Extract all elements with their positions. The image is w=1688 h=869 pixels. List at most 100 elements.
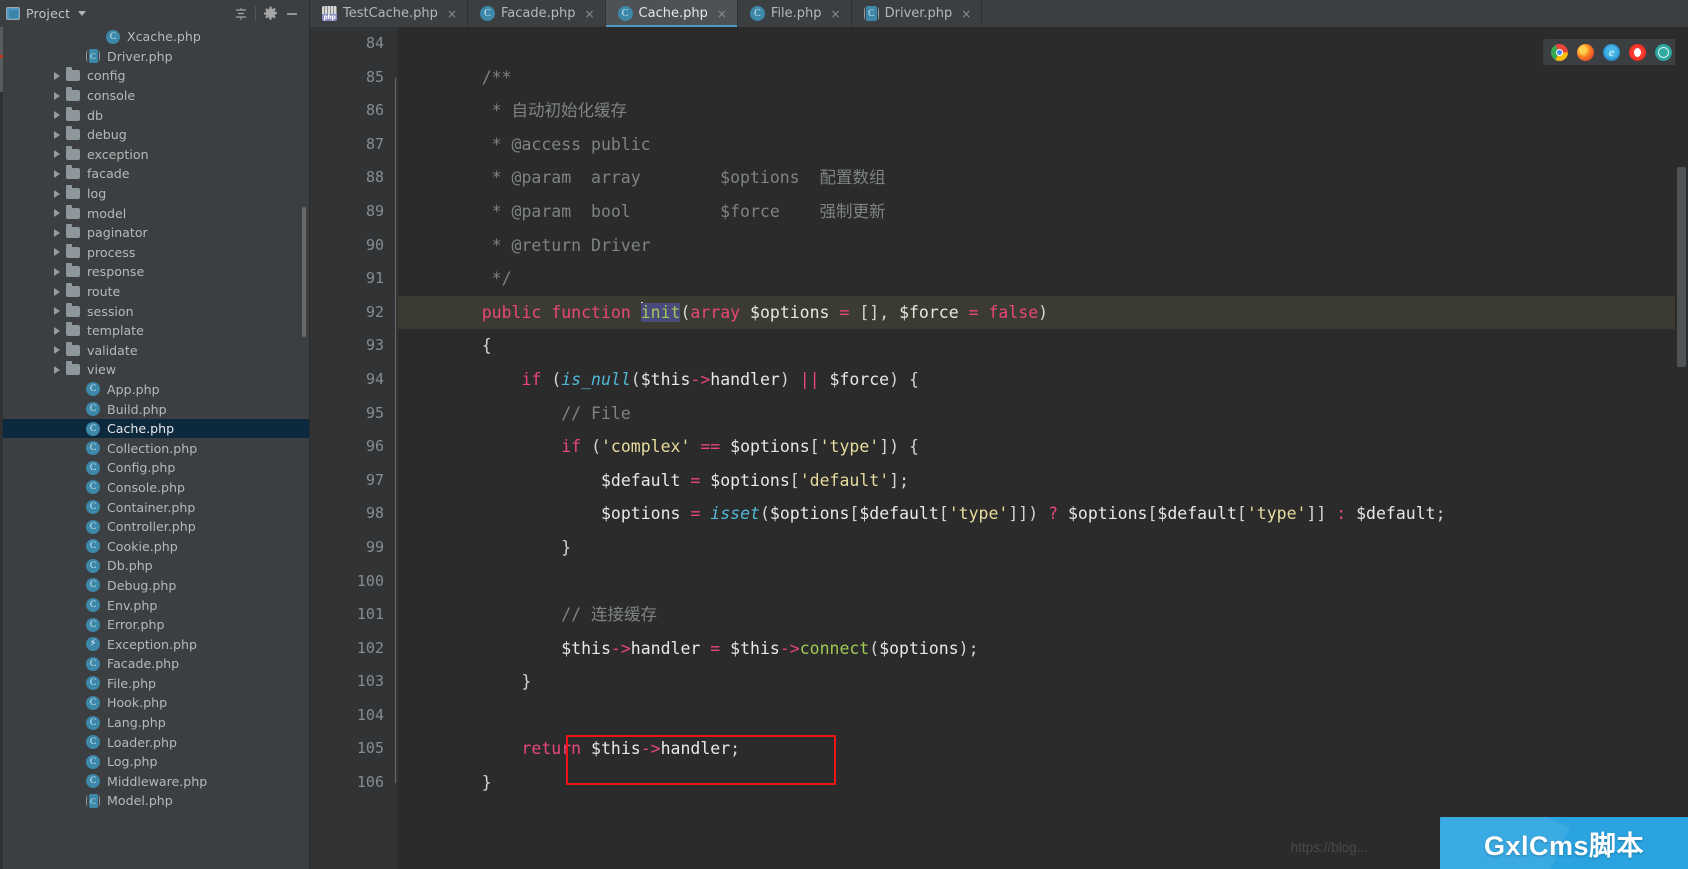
tree-folder-row[interactable]: template xyxy=(0,321,309,341)
code-line[interactable]: * @return Driver xyxy=(398,229,1688,263)
line-number[interactable]: 84 xyxy=(310,27,398,61)
code-line[interactable]: * 自动初始化缓存 xyxy=(398,94,1688,128)
code-line[interactable]: } xyxy=(398,665,1688,699)
chevron-right-icon[interactable] xyxy=(54,228,60,237)
line-number[interactable]: 106 xyxy=(310,766,417,800)
chevron-right-icon[interactable] xyxy=(54,91,60,100)
code-line[interactable]: /** xyxy=(398,61,1688,95)
editor-tab-cache-php[interactable]: C Cache.php × xyxy=(605,0,738,27)
chevron-right-icon[interactable] xyxy=(54,346,60,355)
editor-tab-driver-php[interactable]: C Driver.php × xyxy=(852,0,983,27)
line-number[interactable]: 97 xyxy=(310,464,398,498)
hide-panel-button[interactable] xyxy=(281,3,303,25)
tree-folder-row[interactable]: log xyxy=(0,184,309,204)
line-number[interactable]: 95 xyxy=(310,397,398,431)
tree-file-row[interactable]: C Env.php xyxy=(0,595,309,615)
tree-file-row[interactable]: C Console.php xyxy=(0,478,309,498)
chrome-icon[interactable] xyxy=(1551,43,1568,61)
code-surface[interactable]: /** * 自动初始化缓存 * @access public * @param … xyxy=(398,27,1688,869)
opera-icon[interactable] xyxy=(1629,43,1646,61)
code-line[interactable]: $this->handler = $this->connect($options… xyxy=(398,632,1688,666)
line-number[interactable]: 99 xyxy=(310,531,417,565)
sidebar-scrollbar[interactable] xyxy=(302,207,306,337)
line-number[interactable]: 92− xyxy=(310,296,418,330)
tree-file-row[interactable]: C Log.php xyxy=(0,752,309,772)
code-line[interactable] xyxy=(398,699,1688,733)
editor-tab-facade-php[interactable]: C Facade.php × xyxy=(468,0,606,27)
code-line[interactable]: if ('complex' == $options['type']) { xyxy=(398,430,1688,464)
chevron-right-icon[interactable] xyxy=(54,111,60,120)
tree-file-row[interactable]: C Controller.php xyxy=(0,517,309,537)
chevron-right-icon[interactable] xyxy=(54,267,60,276)
tree-file-row[interactable]: C Container.php xyxy=(0,497,309,517)
line-number[interactable]: 104 xyxy=(310,699,398,733)
code-line[interactable]: public function init(array $options = []… xyxy=(398,295,1688,330)
code-line[interactable]: } xyxy=(398,766,1688,800)
close-icon[interactable]: × xyxy=(961,7,971,21)
code-line[interactable]: * @param bool $force 强制更新 xyxy=(398,195,1688,229)
line-number[interactable]: 93 xyxy=(310,329,398,363)
chevron-right-icon[interactable] xyxy=(54,150,60,159)
close-icon[interactable]: × xyxy=(831,7,841,21)
settings-button[interactable] xyxy=(259,3,281,25)
tree-folder-row[interactable]: validate xyxy=(0,341,309,361)
tree-folder-row[interactable]: debug xyxy=(0,125,309,145)
line-number[interactable]: 94− xyxy=(310,363,418,397)
chevron-right-icon[interactable] xyxy=(54,169,60,178)
editor-tab-file-php[interactable]: C File.php × xyxy=(738,0,852,27)
code-line[interactable]: */ xyxy=(398,262,1688,296)
tree-folder-row[interactable]: facade xyxy=(0,164,309,184)
tree-file-row[interactable]: C Driver.php xyxy=(0,47,309,67)
code-line[interactable]: // File xyxy=(398,397,1688,431)
tree-file-row[interactable]: C Config.php xyxy=(0,458,309,478)
tree-file-row[interactable]: C Debug.php xyxy=(0,576,309,596)
line-number[interactable]: 102 xyxy=(310,632,398,666)
line-number[interactable]: 91 xyxy=(310,262,417,296)
project-file-tree[interactable]: C Xcache.php C Driver.php config console db deb… xyxy=(0,27,309,811)
chevron-right-icon[interactable] xyxy=(54,209,60,218)
editor-tab-testcache-php[interactable]: php TestCache.php × xyxy=(310,0,468,27)
line-number[interactable]: 86 xyxy=(310,94,398,128)
browser-launch-strip[interactable] xyxy=(1543,39,1680,65)
tree-folder-row[interactable]: db xyxy=(0,105,309,125)
line-number[interactable]: 103 xyxy=(310,665,417,699)
tree-folder-row[interactable]: exception xyxy=(0,145,309,165)
tree-folder-row[interactable]: config xyxy=(0,66,309,86)
code-line[interactable]: // 连接缓存 xyxy=(398,598,1688,632)
line-number[interactable]: 96− xyxy=(310,430,418,464)
tree-file-row[interactable]: C Xcache.php xyxy=(0,27,309,47)
line-number[interactable]: 101 xyxy=(310,598,398,632)
tree-file-row[interactable]: C Db.php xyxy=(0,556,309,576)
chevron-right-icon[interactable] xyxy=(54,307,60,316)
line-number[interactable]: 89 xyxy=(310,195,398,229)
tree-file-row[interactable]: C Loader.php xyxy=(0,732,309,752)
editor-scrollbar[interactable] xyxy=(1675,27,1688,869)
line-number[interactable]: 87 xyxy=(310,128,398,162)
close-icon[interactable]: × xyxy=(717,7,727,21)
code-line[interactable]: return $this->handler; xyxy=(398,732,1688,766)
close-icon[interactable]: × xyxy=(584,7,594,21)
tree-folder-row[interactable]: paginator xyxy=(0,223,309,243)
safari-icon[interactable] xyxy=(1655,43,1672,61)
tree-file-row[interactable]: ⚡ Exception.php xyxy=(0,634,309,654)
tree-file-row[interactable]: C Hook.php xyxy=(0,693,309,713)
tree-file-row[interactable]: C Cookie.php xyxy=(0,536,309,556)
project-tree-panel[interactable]: C Xcache.php C Driver.php config console db deb… xyxy=(0,27,310,869)
line-number[interactable]: 100 xyxy=(310,565,398,599)
chevron-right-icon[interactable] xyxy=(54,287,60,296)
tree-file-row[interactable]: C Middleware.php xyxy=(0,772,309,792)
code-line[interactable]: * @access public xyxy=(398,128,1688,162)
code-editor[interactable]: 84 85− 86 87 88 89 90 91 92− 93 94− 95 96− 97 98 99 100 1… xyxy=(310,27,1688,869)
tree-folder-row[interactable]: route xyxy=(0,282,309,302)
code-line[interactable]: { xyxy=(398,329,1688,363)
code-line[interactable]: } xyxy=(398,531,1688,565)
firefox-icon[interactable] xyxy=(1577,43,1594,61)
line-number[interactable]: 90 xyxy=(310,229,398,263)
tree-folder-row[interactable]: view xyxy=(0,360,309,380)
code-line[interactable] xyxy=(398,565,1688,599)
code-line[interactable]: $default = $options['default']; xyxy=(398,464,1688,498)
chevron-right-icon[interactable] xyxy=(54,130,60,139)
tree-file-row[interactable]: C App.php xyxy=(0,380,309,400)
tree-file-row[interactable]: C File.php xyxy=(0,674,309,694)
chevron-right-icon[interactable] xyxy=(54,365,60,374)
